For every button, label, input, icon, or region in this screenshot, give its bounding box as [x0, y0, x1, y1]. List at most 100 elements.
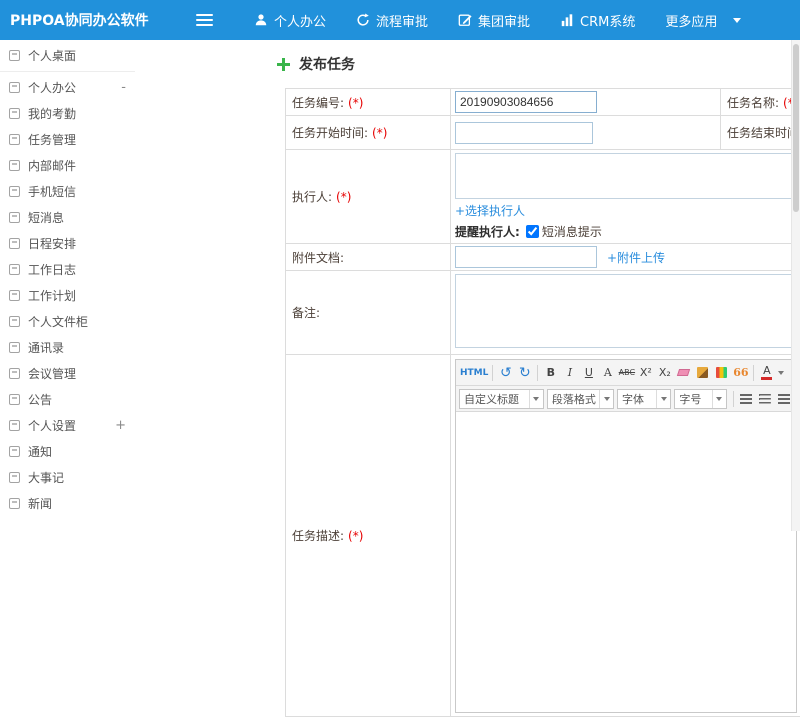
editor-toolbar-row1: HTML ↺ ↻ B I U A ABC X² X₂ 66 A — [456, 360, 796, 386]
superscript-button[interactable]: X² — [637, 363, 654, 383]
sidebar-item-label: 工作计划 — [28, 288, 77, 303]
required-mark: (*) — [348, 529, 364, 543]
toolbar-separator — [492, 364, 494, 381]
attachment-upload-link[interactable]: +附件上传 — [607, 249, 665, 266]
sidebar-item-label: 我的考勤 — [28, 106, 77, 121]
html-source-button[interactable]: HTML — [460, 363, 488, 383]
eraser-icon[interactable] — [675, 363, 692, 383]
person-icon — [254, 13, 268, 27]
nav-process-approval[interactable]: 流程审批 — [356, 11, 428, 30]
task-number-input[interactable] — [455, 91, 597, 113]
subscript-button[interactable]: X₂ — [656, 363, 673, 383]
sidebar-item-work-log[interactable]: 工作日志 — [0, 256, 135, 282]
message-icon — [9, 211, 20, 223]
sidebar-item-work-plan[interactable]: 工作计划 — [0, 282, 135, 308]
sidebar-item-meeting[interactable]: 会议管理 — [0, 360, 135, 386]
log-icon — [9, 263, 20, 275]
sidebar-item-announcement[interactable]: 公告 — [0, 386, 135, 412]
font-color-button[interactable]: A — [758, 363, 775, 383]
top-bar: PHPOA协同办公软件 个人办公 流程审批 集团审批 CRM系统 更多应用 — [0, 0, 800, 40]
publish-task-form: 任务编号:(*) 任务名称:(*) 任务开始时间:(*) 任务结束时间:(*) … — [285, 88, 800, 717]
executor-textarea[interactable] — [455, 153, 795, 199]
paragraph-format-select[interactable]: 段落格式 — [546, 388, 615, 409]
scrollbar-thumb[interactable] — [793, 44, 799, 212]
sidebar-item-label: 短消息 — [28, 210, 65, 225]
redo-icon[interactable]: ↻ — [516, 363, 533, 383]
sidebar-item-schedule[interactable]: 日程安排 — [0, 230, 135, 256]
notice-icon — [9, 445, 20, 457]
underline-button[interactable]: U — [580, 363, 597, 383]
sidebar-item-notice[interactable]: 通知 — [0, 438, 135, 464]
chevron-down-icon[interactable] — [733, 17, 742, 23]
nav-label: 集团审批 — [478, 14, 531, 30]
sidebar-item-attendance[interactable]: 我的考勤 — [0, 100, 135, 126]
sidebar-group-label: 个人设置 — [28, 418, 77, 433]
desktop-icon — [9, 50, 20, 61]
font-size-select[interactable]: 字号 — [674, 388, 727, 409]
calendar-icon — [9, 237, 20, 249]
align-left-icon[interactable] — [738, 390, 755, 408]
font-family-select[interactable]: 字体 — [617, 388, 672, 409]
expand-icon[interactable]: + — [115, 419, 126, 432]
executor-label: 执行人: — [292, 190, 333, 204]
sidebar-item-short-message[interactable]: 短消息 — [0, 204, 135, 230]
task-icon — [9, 133, 20, 145]
align-right-icon[interactable] — [775, 390, 792, 408]
nav-crm-system[interactable]: CRM系统 — [560, 11, 635, 30]
chevron-down-icon — [711, 389, 726, 408]
task-description-editor: HTML ↺ ↻ B I U A ABC X² X₂ 66 A 自定义标题 段落… — [455, 359, 797, 713]
font-button[interactable]: A — [599, 363, 616, 383]
format-paint-icon[interactable] — [713, 363, 730, 383]
undo-icon[interactable]: ↺ — [497, 363, 514, 383]
sidebar-item-label: 日程安排 — [28, 236, 77, 251]
sidebar-item-news[interactable]: 新闻 — [0, 490, 135, 516]
brush-icon[interactable] — [694, 363, 711, 383]
page-title-text: 发布任务 — [299, 57, 355, 73]
align-center-icon[interactable] — [756, 390, 773, 408]
add-plus-icon — [277, 57, 290, 71]
sidebar-item-contacts[interactable]: 通讯录 — [0, 334, 135, 360]
start-time-input[interactable] — [455, 121, 593, 144]
nav-more-apps[interactable]: 更多应用 — [665, 11, 742, 30]
menu-toggle-icon[interactable] — [192, 7, 217, 33]
sidebar-item-file-cabinet[interactable]: 个人文件柜 — [0, 308, 135, 334]
bold-button[interactable]: B — [542, 363, 559, 383]
blockquote-button[interactable]: 66 — [732, 363, 749, 383]
plan-icon — [9, 289, 20, 301]
sms-remind-checkbox[interactable] — [525, 225, 539, 238]
editor-toolbar-row2: 自定义标题 段落格式 字体 字号 — [456, 386, 796, 412]
end-time-label: 任务结束时间: — [727, 126, 800, 140]
nav-personal-office[interactable]: 个人办公 — [254, 11, 326, 30]
sidebar-group-personal-office[interactable]: 个人办公 - — [0, 74, 135, 100]
note-textarea[interactable] — [455, 274, 795, 348]
sidebar-group-label: 个人办公 — [28, 80, 77, 95]
app-logo: PHPOA协同办公软件 — [10, 13, 149, 29]
custom-title-select[interactable]: 自定义标题 — [459, 388, 544, 409]
remind-executor-label: 提醒执行人: — [455, 225, 520, 239]
select-executor-link[interactable]: +选择执行人 — [455, 202, 525, 219]
chevron-down-icon — [599, 389, 613, 408]
collapse-icon[interactable]: - — [121, 81, 126, 94]
attachment-input[interactable] — [455, 246, 597, 268]
toolbar-separator — [732, 390, 734, 407]
nav-label: 流程审批 — [376, 14, 429, 30]
sidebar-item-label: 会议管理 — [28, 366, 77, 381]
sidebar-item-events[interactable]: 大事记 — [0, 464, 135, 490]
sidebar-item-sms[interactable]: 手机短信 — [0, 178, 135, 204]
required-mark: (*) — [348, 95, 364, 110]
chevron-down-icon[interactable] — [778, 370, 785, 375]
sidebar-group-personal-settings[interactable]: 个人设置 + — [0, 412, 135, 438]
chevron-down-icon — [656, 389, 670, 408]
strikethrough-button[interactable]: ABC — [618, 363, 635, 383]
sidebar-item-task-management[interactable]: 任务管理 — [0, 126, 135, 152]
file-cabinet-icon — [9, 315, 20, 327]
required-mark: (*) — [336, 190, 352, 204]
sidebar-item-desktop[interactable]: 个人桌面 — [0, 40, 135, 72]
task-number-label: 任务编号: — [292, 95, 345, 110]
editor-content[interactable] — [456, 412, 796, 712]
italic-button[interactable]: I — [561, 363, 578, 383]
sidebar-item-internal-mail[interactable]: 内部邮件 — [0, 152, 135, 178]
sidebar-item-label: 通讯录 — [28, 340, 65, 355]
nav-group-approval[interactable]: 集团审批 — [458, 11, 530, 30]
bar-chart-icon — [560, 13, 574, 27]
